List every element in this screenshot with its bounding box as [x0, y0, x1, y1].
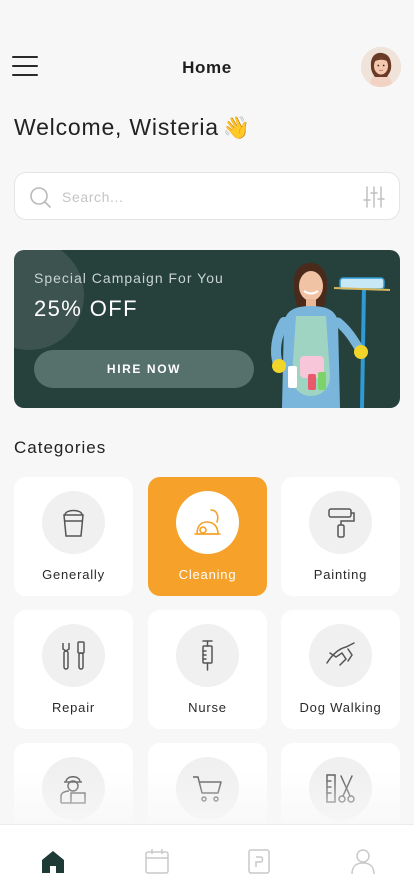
category-card-painting[interactable]: Painting [281, 477, 400, 596]
category-card-generally[interactable]: Generally [14, 477, 133, 596]
category-card-cleaning[interactable]: Cleaning [148, 477, 267, 596]
paint-roller-icon [328, 508, 355, 538]
filter-sliders-icon[interactable] [362, 185, 386, 209]
profile-icon[interactable] [349, 847, 377, 875]
welcome-greeting: Welcome, Wisteria 👋 [14, 114, 251, 141]
syringe-icon [202, 640, 213, 671]
banner-subtitle: Special Campaign For You [34, 270, 224, 286]
bucket-icon [63, 509, 84, 537]
category-label: Painting [313, 567, 368, 582]
top-bar: Home [0, 40, 414, 94]
welcome-text: Welcome, Wisteria [14, 114, 219, 140]
tools-icon [62, 641, 85, 670]
category-label: Cleaning [178, 567, 237, 582]
waving-hand-icon: 👋 [222, 115, 252, 140]
shopping-cart-icon [193, 776, 222, 802]
page-title: Home [182, 58, 232, 77]
calendar-icon[interactable] [143, 847, 171, 875]
search-icon [30, 187, 51, 208]
delivery-person-icon [60, 776, 86, 804]
promo-banner: Special Campaign For You 25% OFF HIRE NO… [14, 250, 400, 408]
bottom-tab-bar [0, 824, 414, 896]
category-label: Nurse [188, 700, 227, 715]
category-label: Generally [42, 567, 105, 582]
banner-discount: 25% OFF [34, 296, 138, 321]
hire-now-button[interactable]: HIRE NOW [34, 350, 254, 388]
search-bar [14, 172, 400, 220]
avatar[interactable] [361, 47, 401, 87]
cleaner-woman-illustration [271, 262, 391, 408]
vacuum-icon [194, 509, 221, 535]
home-screen: Home Welcome, Wisteria 👋 Search... Speci… [0, 0, 414, 896]
category-card-repair[interactable]: Repair [14, 610, 133, 729]
home-icon[interactable] [39, 847, 67, 875]
booking-icon[interactable] [245, 847, 273, 875]
search-input[interactable] [62, 186, 342, 208]
category-label: Dog Walking [299, 700, 382, 715]
category-card-dog-walking[interactable]: Dog Walking [281, 610, 400, 729]
sewing-scissors-icon [326, 774, 355, 803]
category-label: Repair [51, 700, 96, 715]
dog-leash-icon [326, 642, 355, 666]
categories-heading: Categories [14, 438, 107, 457]
category-card-nurse[interactable]: Nurse [148, 610, 267, 729]
